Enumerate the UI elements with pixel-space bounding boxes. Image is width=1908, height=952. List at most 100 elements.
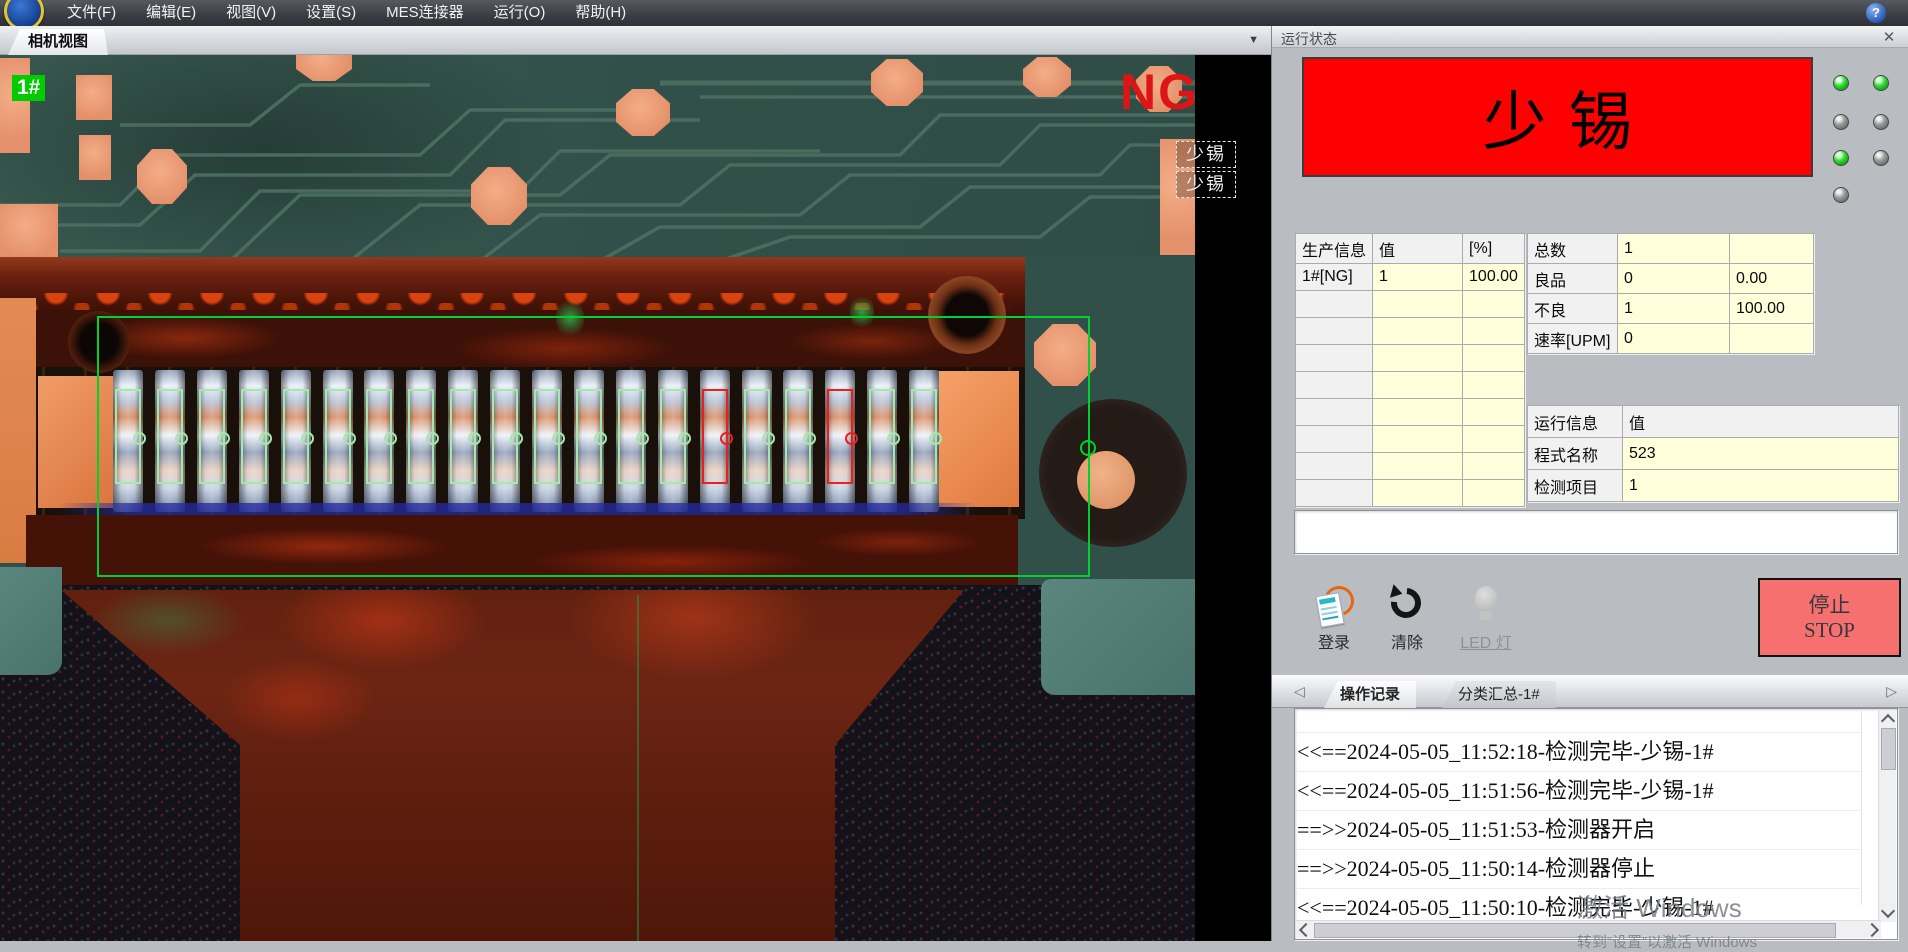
pcb-pad-bottom-right (1041, 579, 1195, 695)
menu-item[interactable]: 运行(O) (479, 0, 561, 26)
menu-items: 文件(F)编辑(E)视图(V)设置(S)MES连接器运行(O)帮助(H) (52, 0, 641, 26)
table-cell (1296, 399, 1373, 426)
table-cell: 良品 (1528, 264, 1618, 294)
status-led-off (1833, 114, 1849, 130)
log-row[interactable]: <<==2024-05-05_11:51:56-检测完毕-少锡-1# (1297, 772, 1860, 811)
camera-tab-bar: 相机视图 ▼ (0, 26, 1271, 55)
table-cell (1463, 291, 1525, 318)
log-tab-strip: ◁ 操作记录 分类汇总-1# ▷ (1272, 675, 1908, 708)
close-icon[interactable]: ✕ (1880, 28, 1898, 46)
login-button[interactable]: 登录 (1302, 582, 1366, 652)
table-cell (1296, 426, 1373, 453)
camera-view: NG 少锡少锡 1# (0, 55, 1271, 941)
table-cell (1373, 426, 1463, 453)
log-entries: <<==2024-05-05_11:52:18-检测完毕-少锡-1#<<==20… (1297, 711, 1860, 928)
table-cell: 值 (1373, 234, 1463, 264)
scroll-down-icon[interactable] (1881, 904, 1895, 918)
status-led-on (1833, 150, 1849, 166)
table-cell (1296, 291, 1373, 318)
clear-label: 清除 (1375, 629, 1439, 653)
stop-button[interactable]: 停止 STOP (1758, 578, 1901, 657)
table-cell (1463, 345, 1525, 372)
table-cell (1373, 291, 1463, 318)
log-row[interactable]: ==>>2024-05-05_11:51:53-检测器开启 (1297, 811, 1860, 850)
table-cell (1463, 318, 1525, 345)
defect-tags: 少锡少锡 (1176, 141, 1236, 198)
table-cell (1373, 480, 1463, 507)
message-box[interactable] (1294, 510, 1898, 554)
inspection-roi (97, 316, 1090, 577)
scroll-up-icon[interactable] (1881, 714, 1895, 728)
table-cell (1296, 345, 1373, 372)
table-cell: 值 (1623, 406, 1899, 438)
table-cell (1373, 345, 1463, 372)
status-led-off (1873, 150, 1889, 166)
menu-item[interactable]: 帮助(H) (560, 0, 641, 26)
stop-label-cn: 停止 (1809, 593, 1851, 618)
menu-item[interactable]: 编辑(E) (131, 0, 211, 26)
camera-id-badge: 1# (12, 75, 45, 101)
defect-tag: 少锡 (1176, 141, 1236, 168)
table-cell (1730, 234, 1814, 264)
help-icon[interactable]: ? (1866, 3, 1886, 23)
clear-button[interactable]: 清除 (1375, 582, 1439, 652)
table-cell: 总数 (1528, 234, 1618, 264)
log-row[interactable]: <<==2024-05-05_11:52:18-检测完毕-少锡-1# (1297, 733, 1860, 772)
horizontal-scroll-thumb[interactable] (1314, 923, 1836, 938)
pcb-camera-image (0, 55, 1195, 941)
table-cell (1296, 480, 1373, 507)
tab-scroll-right-icon[interactable]: ▷ (1886, 683, 1897, 700)
status-led-on (1873, 75, 1889, 91)
pcb-pad-bottom-left (0, 567, 62, 675)
tab-operation-log[interactable]: 操作记录 (1324, 681, 1416, 708)
result-banner-text: 少锡 (1461, 71, 1655, 163)
vertical-scroll-thumb[interactable] (1881, 728, 1896, 770)
panel-title: 运行状态 (1281, 29, 1337, 49)
table-cell (1463, 399, 1525, 426)
log-row-spacer (1297, 711, 1860, 733)
table-cell (1296, 372, 1373, 399)
horizontal-scrollbar[interactable] (1296, 920, 1881, 938)
login-badge-icon (1302, 582, 1366, 626)
menu-item[interactable]: 设置(S) (291, 0, 371, 26)
chevron-down-icon[interactable]: ▼ (1248, 34, 1259, 46)
status-led-off (1833, 187, 1849, 203)
table-cell: 1#[NG] (1296, 264, 1373, 291)
production-table: 生产信息值[%]1#[NG]1100.00 (1295, 233, 1525, 507)
operation-log-list[interactable]: <<==2024-05-05_11:52:18-检测完毕-少锡-1#<<==20… (1294, 708, 1898, 940)
led-light-button[interactable]: LED 灯 (1454, 582, 1518, 652)
table-cell: 1 (1618, 294, 1730, 324)
led-grid (1833, 75, 1893, 205)
clear-refresh-icon (1375, 582, 1439, 626)
run-status-panel: 运行状态 ✕ 少锡 生产信息值[%]1#[NG]1100.00 总数1良品00.… (1271, 26, 1908, 941)
table-cell (1296, 453, 1373, 480)
menu-item[interactable]: 文件(F) (52, 0, 131, 26)
login-label: 登录 (1302, 629, 1366, 653)
table-cell: [%] (1463, 234, 1525, 264)
table-cell (1463, 372, 1525, 399)
status-led-on (1833, 75, 1849, 91)
scroll-left-icon[interactable] (1299, 923, 1313, 937)
stats-table: 总数1良品00.00不良1100.00速率[UPM]0 (1527, 233, 1814, 354)
log-row[interactable]: ==>>2024-05-05_11:50:14-检测器停止 (1297, 850, 1860, 889)
table-cell (1373, 372, 1463, 399)
tab-camera-view[interactable]: 相机视图 (8, 29, 108, 55)
table-cell (1463, 426, 1525, 453)
scroll-right-icon[interactable] (1865, 923, 1879, 937)
tab-scroll-left-icon[interactable]: ◁ (1294, 683, 1305, 700)
table-cell: 速率[UPM] (1528, 324, 1618, 354)
defect-tag: 少锡 (1176, 171, 1236, 198)
menu-item[interactable]: 视图(V) (211, 0, 291, 26)
table-cell: 0 (1618, 264, 1730, 294)
vertical-scrollbar[interactable] (1878, 710, 1896, 922)
status-led-off (1873, 114, 1889, 130)
run-info-table: 运行信息值程式名称523检测项目1 (1527, 405, 1899, 502)
menu-item[interactable]: MES连接器 (371, 0, 479, 26)
table-cell: 1 (1623, 470, 1899, 502)
led-label: LED 灯 (1454, 629, 1518, 653)
result-label: NG (1120, 63, 1199, 121)
table-cell (1296, 318, 1373, 345)
table-cell (1373, 453, 1463, 480)
table-cell: 不良 (1528, 294, 1618, 324)
tab-category-summary[interactable]: 分类汇总-1# (1442, 681, 1556, 708)
